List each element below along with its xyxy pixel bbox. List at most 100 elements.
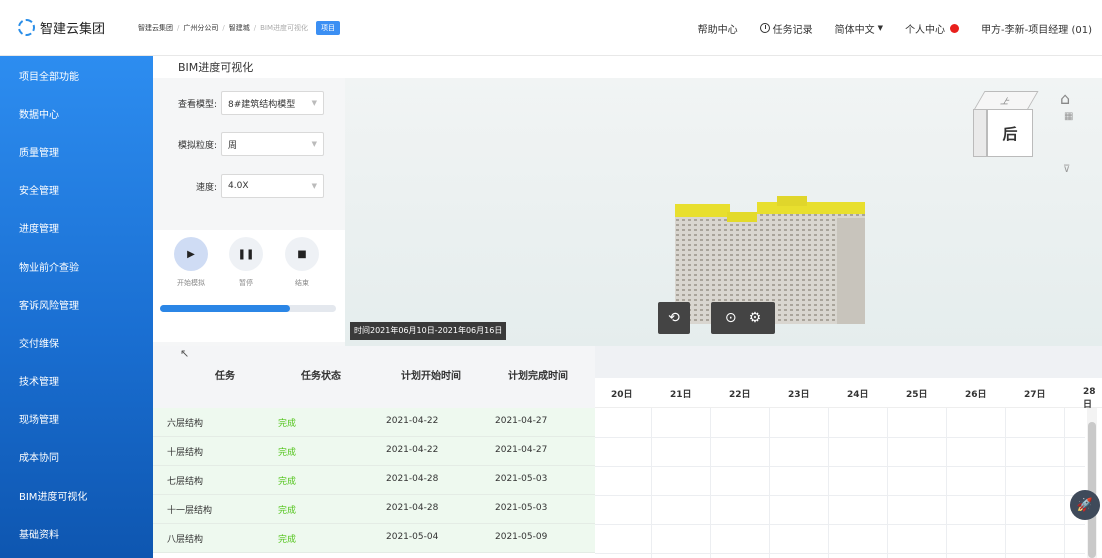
end-date-cell: 2021-05-03 [495,474,548,484]
more-icon[interactable]: ⊙ [725,310,737,326]
model-label: 查看模型: [177,99,217,110]
filter-icon[interactable]: ⊽ [1063,164,1070,175]
stop-icon: ■ [297,248,307,260]
granularity-label: 模拟粒度: [177,140,217,151]
top-nav: 帮助中心 任务记录 简体中文 ▼ 个人中心 甲方-李新-项目经理 (01) [676,0,1092,56]
pause-icon: ❚❚ [237,248,255,260]
pause-button[interactable]: ❚❚ [229,237,263,271]
breadcrumb-separator: / [222,23,225,32]
table-row[interactable]: 七层结构 完成 2021-04-28 2021-05-03 [153,466,595,495]
breadcrumb-item[interactable]: 智建城 [229,23,250,33]
start-date-cell: 2021-05-04 [386,532,439,542]
user-menu[interactable]: 甲方-李新-项目经理 (01) [981,21,1092,36]
play-label: 开始模拟 [177,279,205,287]
table-row[interactable]: 十层结构 完成 2021-04-22 2021-04-27 [153,437,595,466]
logo[interactable]: 智建云集团 [18,18,118,37]
gantt-day-label: 21日 [670,390,692,400]
gantt-scrollbar[interactable] [1087,408,1097,558]
gantt-row-line [595,495,1085,496]
start-date-cell: 2021-04-22 [386,416,439,426]
granularity-select[interactable]: 周 ▼ [221,132,324,156]
sidebar: 项目全部功能 数据中心 质量管理 安全管理 进度管理 物业前介查验 客诉风险管理… [0,56,153,558]
breadcrumb-separator: / [177,23,180,32]
column-header[interactable]: 计划完成时间 [488,367,588,382]
gantt-grid-line [769,408,770,558]
sidebar-item-data-center[interactable]: 数据中心 [0,94,153,132]
grid-icon[interactable]: ▦ [1064,111,1073,122]
task-records-label: 任务记录 [772,24,813,36]
task-cell: 六层结构 [167,419,204,429]
language-select[interactable]: 简体中文 ▼ [835,21,883,36]
help-center-link[interactable]: 帮助中心 [698,21,738,36]
sidebar-item-progress[interactable]: 进度管理 [0,209,153,247]
view-cube[interactable]: 上 后 [973,91,1039,157]
profile-label: 个人中心 [905,24,946,36]
end-date-cell: 2021-05-09 [495,532,548,542]
end-date-cell: 2021-04-27 [495,445,548,455]
column-header[interactable]: 任务状态 [281,367,361,382]
status-cell: 完成 [278,477,297,487]
bim-viewport[interactable]: 上 后 ⌂ ▦ ⊽ 时间2021年06月10日-2021年06月16日 ⟲ ⊙ … [345,78,1102,346]
speed-select[interactable]: 4.0X ▼ [221,174,324,198]
model-row: 查看模型: 8#建筑结构模型 ▼ [153,90,345,116]
task-cell: 十一层结构 [167,506,213,516]
simulation-progress[interactable] [160,305,336,312]
sidebar-item-basic-data[interactable]: 基础资料 [0,514,153,552]
gantt-row-line [595,437,1085,438]
sidebar-item-quality[interactable]: 质量管理 [0,132,153,170]
gantt-day-label: 20日 [611,390,633,400]
task-table: ↖ 任务 任务状态 计划开始时间 计划完成时间 六层结构 完成 2021-04-22… [153,346,595,558]
sidebar-item-safety[interactable]: 安全管理 [0,171,153,209]
notification-dot-icon [950,23,960,33]
sidebar-item-site[interactable]: 现场管理 [0,400,153,438]
model-value: 8#建筑结构模型 [228,99,296,110]
sidebar-item-property-inspection[interactable]: 物业前介查验 [0,247,153,285]
breadcrumb-separator: / [253,23,257,32]
gantt-header-top [595,346,1102,378]
table-row[interactable]: 十一层结构 完成 2021-04-28 2021-05-03 [153,495,595,524]
chevron-down-icon: ▼ [311,182,317,190]
profile-link[interactable]: 个人中心 [905,21,960,36]
top-bar: 智建云集团 智建云集团 / 广州分公司 / 智建城 / BIM进度可视化 项目 … [0,0,1102,56]
gantt-day-label: 24日 [847,390,869,400]
gantt-grid-line [946,408,947,558]
table-row[interactable]: 六层结构 完成 2021-04-22 2021-04-27 [153,408,595,437]
rocket-icon[interactable]: 🚀 [1070,490,1100,520]
home-icon[interactable]: ⌂ [1060,89,1070,108]
sidebar-item-complaint-risk[interactable]: 客诉风险管理 [0,285,153,323]
status-cell: 完成 [278,535,297,545]
chevron-down-icon: ▼ [877,24,884,32]
gantt-day-label: 27日 [1024,390,1046,400]
sidebar-item-delivery[interactable]: 交付维保 [0,323,153,361]
reset-view-button[interactable]: ⟲ [658,302,690,334]
column-header[interactable]: 计划开始时间 [381,367,481,382]
view-cube-side [973,109,987,157]
sidebar-item-cost[interactable]: 成本协同 [0,438,153,476]
breadcrumb-item[interactable]: 广州分公司 [183,23,218,33]
logo-text: 智建云集团 [40,22,106,37]
play-button[interactable]: ▶ [174,237,208,271]
pause-label: 暂停 [239,279,253,287]
gantt-day-label: 25日 [906,390,928,400]
gantt-chart: 20日 21日 22日 23日 24日 25日 26日 27日 28日 [595,346,1102,558]
start-date-cell: 2021-04-28 [386,503,439,513]
gantt-row-line [595,524,1085,525]
sidebar-item-bim[interactable]: BIM进度可视化 [0,476,153,514]
task-records-link[interactable]: 任务记录 [759,21,813,36]
model-select[interactable]: 8#建筑结构模型 ▼ [221,91,324,115]
sidebar-item-all-functions[interactable]: 项目全部功能 [0,56,153,94]
column-header[interactable]: 任务 [185,367,265,382]
gantt-grid-line [651,408,652,558]
table-row[interactable]: 八层结构 完成 2021-05-04 2021-05-09 [153,524,595,553]
reset-icon: ⟲ [668,310,680,326]
stop-button[interactable]: ■ [285,237,319,271]
settings-icon[interactable]: ⚙ [749,310,762,326]
task-cell: 八层结构 [167,535,204,545]
granularity-row: 模拟粒度: 周 ▼ [153,131,345,157]
progress-fill [160,305,291,312]
logo-icon [18,19,35,36]
clock-icon [759,23,770,33]
granularity-value: 周 [228,140,238,151]
breadcrumb-item[interactable]: 智建云集团 [138,23,173,33]
sidebar-item-technical[interactable]: 技术管理 [0,362,153,400]
